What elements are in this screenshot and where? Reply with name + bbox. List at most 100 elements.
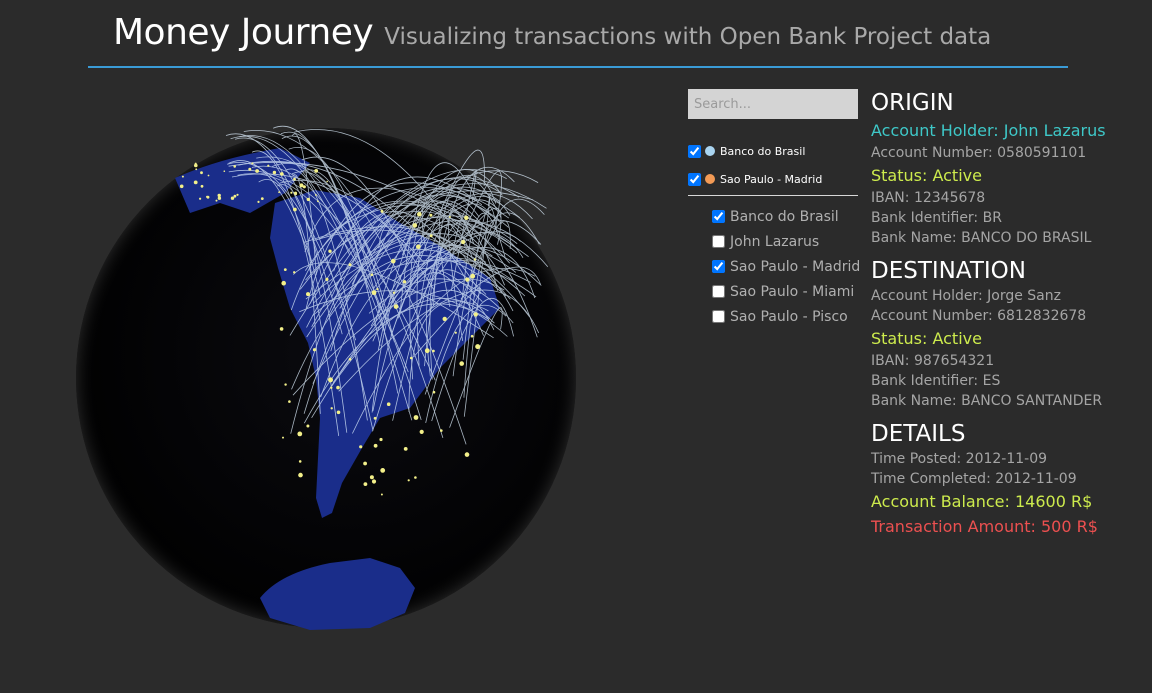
- city-marker: [336, 385, 340, 390]
- city-marker: [392, 291, 396, 294]
- city-marker: [195, 168, 198, 171]
- city-marker: [348, 357, 352, 361]
- details-title: DETAILS: [871, 421, 966, 447]
- city-marker: [272, 170, 277, 175]
- city-marker: [280, 172, 284, 176]
- city-marker: [207, 174, 210, 177]
- city-marker: [386, 402, 391, 407]
- city-marker: [293, 177, 296, 181]
- city-marker: [297, 431, 303, 437]
- city-marker: [363, 482, 368, 486]
- city-marker: [380, 493, 383, 496]
- filter-label: Sao Paulo - Madrid: [730, 258, 861, 275]
- origin-title: ORIGIN: [871, 90, 954, 116]
- legend-dot-icon: [705, 174, 715, 184]
- filter-checkbox[interactable]: [712, 285, 725, 298]
- city-marker: [416, 244, 421, 249]
- city-marker: [412, 223, 418, 228]
- transaction-info-panel: ORIGIN Account Holder: John Lazarus Acco…: [871, 88, 1141, 539]
- city-marker: [194, 163, 198, 168]
- city-marker: [306, 424, 310, 428]
- filter-checkbox[interactable]: [712, 310, 725, 323]
- city-marker: [442, 316, 447, 322]
- city-marker: [454, 331, 457, 334]
- city-marker: [373, 443, 378, 448]
- city-marker: [293, 271, 296, 274]
- city-marker: [448, 216, 451, 218]
- city-marker: [325, 277, 329, 281]
- city-marker: [326, 180, 329, 183]
- city-marker: [317, 200, 319, 203]
- origin-account-number: Account Number: 0580591101: [871, 145, 1087, 161]
- city-marker: [328, 249, 332, 253]
- destination-bank-identifier: Bank Identifier: ES: [871, 373, 1001, 389]
- city-marker: [267, 164, 270, 167]
- destination-account-number: Account Number: 6812832678: [871, 308, 1087, 324]
- city-marker: [255, 169, 259, 173]
- legend-checkbox-sao-paulo-madrid[interactable]: [688, 172, 701, 186]
- city-marker: [283, 268, 287, 271]
- filter-item-sao-paulo-miami[interactable]: Sao Paulo - Miami: [712, 279, 860, 304]
- city-marker: [371, 479, 377, 484]
- search-input[interactable]: [688, 89, 858, 119]
- city-marker: [233, 165, 236, 168]
- city-marker: [279, 327, 284, 331]
- city-marker: [200, 184, 204, 188]
- city-marker: [413, 415, 419, 420]
- city-marker: [470, 273, 476, 279]
- legend-dot-icon: [705, 146, 715, 156]
- filter-item-sao-paulo-pisco[interactable]: Sao Paulo - Pisco: [712, 304, 860, 329]
- filter-item-banco-do-brasil[interactable]: Banco do Brasil: [712, 204, 860, 229]
- city-marker: [419, 429, 424, 434]
- city-marker: [284, 383, 287, 386]
- city-marker: [403, 447, 408, 451]
- legend-divider: [688, 195, 858, 196]
- city-marker: [298, 460, 302, 463]
- city-marker: [328, 377, 333, 383]
- city-marker: [373, 416, 377, 420]
- city-marker: [281, 280, 286, 286]
- city-marker: [288, 400, 291, 403]
- legend-item-sao-paulo-madrid[interactable]: Sao Paulo - Madrid: [688, 165, 858, 193]
- city-marker: [393, 304, 399, 309]
- city-marker: [432, 349, 435, 353]
- globe-svg[interactable]: [70, 118, 582, 638]
- city-marker: [391, 258, 396, 264]
- city-marker: [459, 361, 465, 366]
- filter-checkbox[interactable]: [712, 260, 725, 273]
- page-header: Money Journey Visualizing transactions w…: [113, 12, 991, 53]
- city-marker: [370, 273, 374, 276]
- destination-bank-name: Bank Name: BANCO SANTANDER: [871, 393, 1103, 409]
- city-marker: [298, 472, 303, 478]
- filter-checkbox[interactable]: [712, 210, 725, 223]
- city-marker: [330, 407, 333, 410]
- city-marker: [206, 195, 210, 199]
- filter-checkbox[interactable]: [712, 235, 725, 248]
- origin-status: Status: Active: [871, 166, 982, 185]
- city-marker: [473, 312, 478, 317]
- city-marker: [290, 191, 293, 194]
- city-marker: [248, 167, 252, 171]
- city-marker: [181, 175, 184, 178]
- city-marker: [302, 185, 306, 189]
- city-marker: [199, 197, 202, 200]
- city-marker: [306, 197, 310, 202]
- globe-visualization[interactable]: [70, 118, 582, 638]
- legend-checkbox-banco-do-brasil[interactable]: [688, 144, 701, 158]
- legend-item-banco-do-brasil[interactable]: Banco do Brasil: [688, 137, 858, 165]
- city-marker: [336, 410, 341, 415]
- filter-item-john-lazarus[interactable]: John Lazarus: [712, 229, 860, 254]
- legend-label: Banco do Brasil: [720, 144, 806, 158]
- city-marker: [193, 180, 198, 185]
- city-marker: [380, 468, 386, 473]
- origin-bank-name: Bank Name: BANCO DO BRASIL: [871, 230, 1092, 246]
- destination-status: Status: Active: [871, 329, 982, 348]
- destination-account-holder: Account Holder: Jorge Sanz: [871, 288, 1061, 304]
- city-marker: [380, 209, 384, 213]
- city-marker: [314, 169, 319, 173]
- city-marker: [414, 476, 417, 479]
- filter-item-sao-paulo-madrid[interactable]: Sao Paulo - Madrid: [712, 254, 860, 279]
- city-marker: [348, 263, 352, 267]
- city-marker: [223, 170, 226, 172]
- city-marker: [315, 194, 317, 196]
